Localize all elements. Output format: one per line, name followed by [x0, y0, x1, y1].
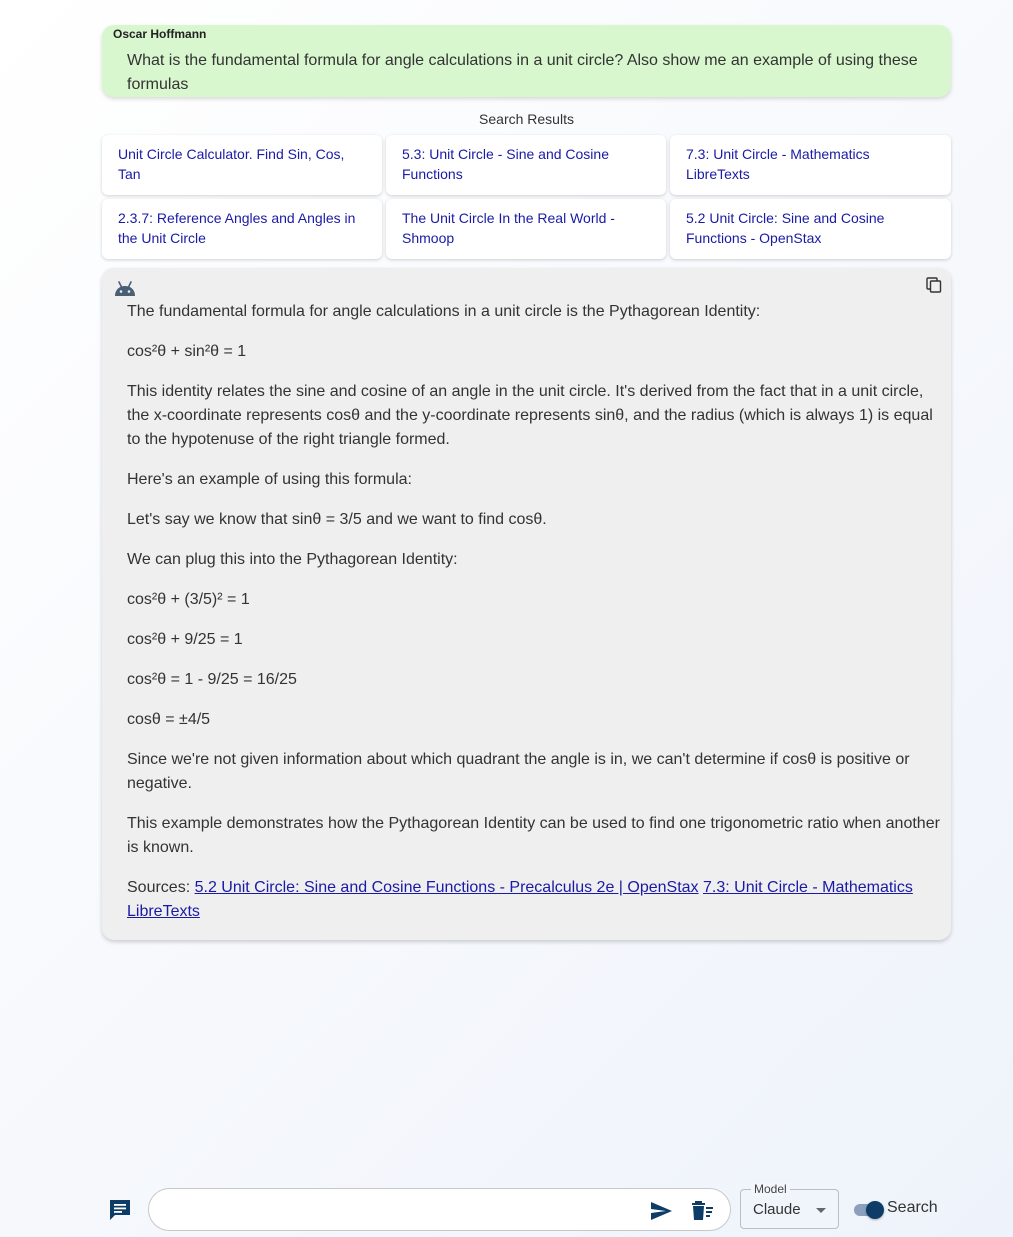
sources-label: Sources:: [127, 879, 191, 896]
search-toggle-label: Search: [887, 1199, 938, 1216]
search-results-title: Search Results: [479, 111, 574, 127]
send-icon[interactable]: [649, 1199, 673, 1223]
message-paragraph: cosθ = ±4/5: [127, 711, 211, 728]
toggle-knob: [866, 1201, 884, 1219]
message-paragraph: We can plug this into the Pythagorean Id…: [127, 551, 458, 568]
model-select[interactable]: Model Claude: [740, 1182, 839, 1229]
message-paragraph: cos²θ + 9/25 = 1: [127, 631, 243, 648]
model-label: Model: [751, 1182, 790, 1196]
search-result-card[interactable]: 5.3: Unit Circle - Sine and Cosine Funct…: [386, 135, 666, 195]
message-paragraph: cos²θ = 1 - 9/25 = 16/25: [127, 671, 297, 688]
assistant-message-body: The fundamental formula for angle calcul…: [127, 300, 941, 940]
search-result-card[interactable]: 5.2 Unit Circle: Sine and Cosine Functio…: [670, 199, 951, 259]
message-paragraph: cos²θ + (3/5)² = 1: [127, 591, 250, 608]
message-paragraph: This example demonstrates how the Pythag…: [127, 815, 940, 856]
search-toggle[interactable]: [852, 1200, 884, 1220]
model-value: Claude: [753, 1201, 801, 1218]
android-icon: [114, 280, 136, 298]
sources-line: Sources: 5.2 Unit Circle: Sine and Cosin…: [127, 876, 941, 924]
message-paragraph: Let's say we know that sinθ = 3/5 and we…: [127, 511, 547, 528]
source-link[interactable]: 5.2 Unit Circle: Sine and Cosine Functio…: [195, 879, 699, 896]
message-input[interactable]: [167, 1197, 637, 1223]
message-paragraph: The fundamental formula for angle calcul…: [127, 303, 761, 320]
message-paragraph: Since we're not given information about …: [127, 751, 910, 792]
user-message: Oscar Hoffmann What is the fundamental f…: [102, 25, 951, 97]
message-paragraph: cos²θ + sin²θ = 1: [127, 343, 247, 360]
composer-bar: Model Claude Search: [0, 1180, 1013, 1237]
message-paragraph: This identity relates the sine and cosin…: [127, 383, 933, 448]
user-message-text: What is the fundamental formula for angl…: [127, 52, 918, 93]
assistant-message: The fundamental formula for angle calcul…: [102, 268, 951, 940]
copy-icon[interactable]: [925, 276, 943, 294]
message-input-box: [148, 1188, 731, 1231]
search-result-card[interactable]: 2.3.7: Reference Angles and Angles in th…: [102, 199, 382, 259]
chat-icon[interactable]: [108, 1198, 132, 1222]
search-results-grid: Unit Circle Calculator. Find Sin, Cos, T…: [102, 135, 951, 259]
message-paragraph: Here's an example of using this formula:: [127, 471, 412, 488]
chevron-down-icon: [816, 1208, 826, 1213]
clear-chat-icon[interactable]: [690, 1199, 714, 1223]
search-result-card[interactable]: Unit Circle Calculator. Find Sin, Cos, T…: [102, 135, 382, 195]
user-name: Oscar Hoffmann: [113, 27, 207, 41]
search-result-card[interactable]: The Unit Circle In the Real World - Shmo…: [386, 199, 666, 259]
search-result-card[interactable]: 7.3: Unit Circle - Mathematics LibreText…: [670, 135, 951, 195]
